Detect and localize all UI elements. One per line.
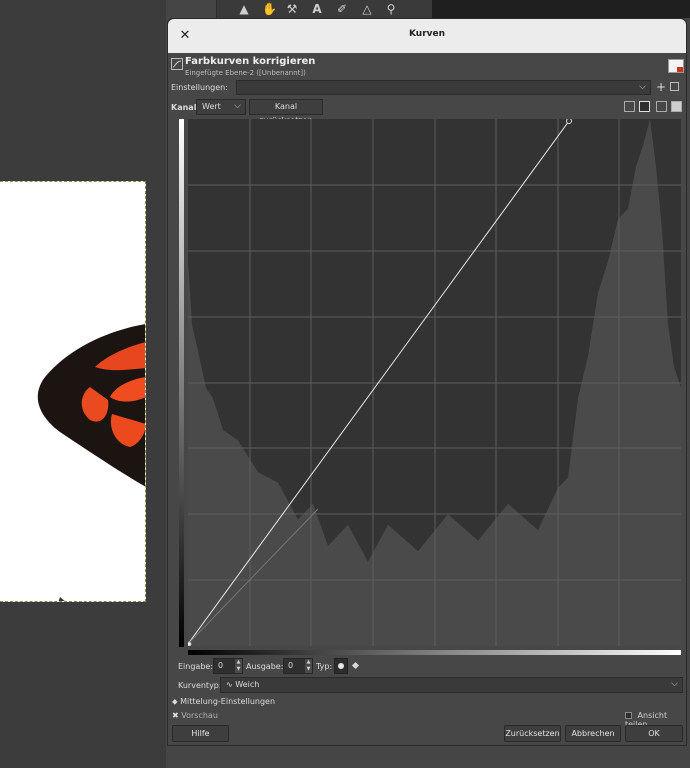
butterfly-wing-image [37,324,145,601]
text-tool-icon[interactable]: A [310,2,324,16]
reset-channel-button[interactable]: Kanal zurücksetzen [249,99,323,125]
input-spinner[interactable]: 0 ▲ ▼ [213,658,243,674]
curves-dialog: ✕ Kurven Farbkurven korrigieren Eingefüg… [167,18,687,746]
point-type-corner-button[interactable] [351,661,360,670]
curve-point-start [188,641,192,646]
canvas-image[interactable] [0,181,146,602]
spinner-arrows-icon[interactable]: ▲ ▼ [305,659,312,673]
preview-label: Vorschau [181,711,218,720]
curves-icon [171,58,183,70]
curve-type-combo[interactable]: ∿ Weich ⌵ [220,677,683,693]
log-histogram-icon[interactable] [639,101,650,112]
ok-button[interactable]: OK [625,725,683,742]
curve-type-value: Weich [235,680,260,689]
linear-histogram-icon[interactable] [624,101,635,112]
curve-graph[interactable] [188,119,681,646]
point-type-label: Typ: [316,662,333,671]
layer-preview-thumbnail [668,59,684,73]
zoom-icon[interactable]: ⚲ [384,2,398,16]
curve-smooth-icon: ∿ [226,680,233,689]
preview-checkbox[interactable]: ✖ Vorschau [172,711,218,720]
preset-menu-button[interactable] [670,82,679,91]
image-view-dark [432,0,690,18]
chevron-down-icon: ⌵ [671,679,678,689]
input-value: 0 [218,661,224,670]
expander-icon: ⬥ [172,697,178,706]
plus-icon: + [655,80,667,94]
curve-point-end [566,119,572,124]
input-label: Eingabe: [178,662,214,671]
curve-type-label: Kurventyp: [178,681,222,690]
blend-options-label: Mittelung-Einstellungen [180,697,276,706]
help-button[interactable]: Hilfe [172,725,229,742]
dialog-subheading: Eingefügte Ebene-2 ([Unbenannt]) [185,69,306,77]
blend-options-expander[interactable]: ⬥ Mittelung-Einstellungen [172,697,275,707]
color-picker-icon[interactable]: ✐ [335,2,349,16]
chevron-down-icon: ⌵ [234,101,241,111]
presets-label: Einstellungen: [171,83,228,92]
horizontal-value-gradient [188,650,681,655]
vertical-value-gradient [179,119,184,647]
dialog-heading: Farbkurven korrigieren [185,56,316,67]
spinner-arrows-icon[interactable]: ▲ ▼ [235,659,242,673]
histogram-view-alt-icon[interactable] [671,101,682,112]
channel-value: Wert [202,102,221,111]
window-title: Kurven [408,29,446,39]
point-type-smooth-button[interactable] [334,658,348,674]
add-preset-button[interactable]: + [655,80,667,94]
channel-combo[interactable]: Wert ⌵ [196,99,246,115]
measure-tool-icon[interactable]: △ [360,2,374,16]
cancel-button[interactable]: Abbrechen [565,725,621,742]
toolbox: ▲ ✋ ⚒ A ✐ △ ⚲ [216,0,433,18]
histogram-view-icon[interactable] [656,101,667,112]
dialog-titlebar[interactable]: ✕ Kurven [168,19,686,53]
reset-button[interactable]: Zurücksetzen [504,725,561,742]
presets-combo[interactable]: ⌵ [236,80,651,95]
checkbox-icon [625,712,632,719]
output-label: Ausgabe: [246,662,284,671]
ink-tool-icon[interactable]: ▲ [237,2,251,16]
smudge-tool-icon[interactable]: ✋ [262,2,277,16]
path-tool-icon[interactable]: ⚒ [285,2,299,16]
output-spinner[interactable]: 0 ▲ ▼ [283,658,313,674]
output-value: 0 [288,661,294,670]
checkmark-icon: ✖ [172,711,179,720]
chevron-down-icon: ⌵ [639,82,646,92]
